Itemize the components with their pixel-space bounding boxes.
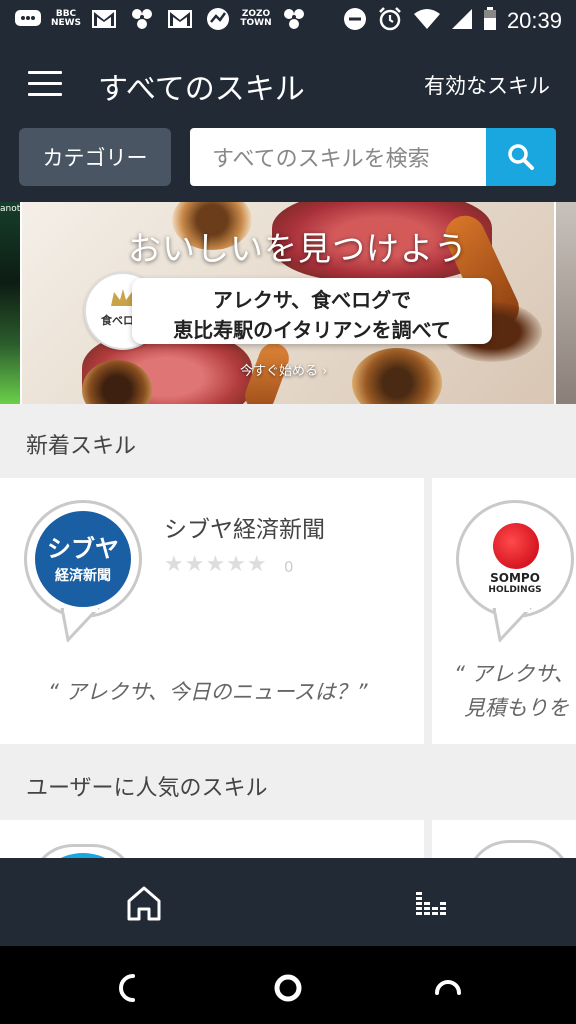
shibuya-logo-text-1: シブヤ xyxy=(47,535,119,563)
speech-line-1: アレクサ、食べログで xyxy=(212,288,412,312)
sompo-logo-text-2: HOLDINGS xyxy=(488,585,542,595)
search-button[interactable] xyxy=(486,128,556,186)
home-circle-icon xyxy=(274,974,302,1002)
battery-icon xyxy=(483,7,497,35)
stocks-icon xyxy=(204,6,232,32)
back-button[interactable] xyxy=(108,968,148,1008)
star-rating: ★★★★★ xyxy=(164,552,268,577)
start-now-link[interactable]: 今すぐ始める › xyxy=(240,360,327,379)
message-icon xyxy=(14,6,42,32)
new-skills-heading: 新着スキル xyxy=(26,434,137,459)
gmail-icon xyxy=(166,6,194,32)
now-playing-tab[interactable] xyxy=(402,880,462,926)
banner-headline: おいしいを見つけよう xyxy=(128,229,468,268)
status-bar: BBC NEWS ZOZO TOWN 20:39 xyxy=(0,0,576,40)
menu-icon[interactable] xyxy=(28,71,62,97)
dnd-icon xyxy=(343,7,367,35)
home-button[interactable] xyxy=(268,968,308,1008)
skill-sample-utterance: “ アレクサ、今日のニュースは？” xyxy=(48,680,368,704)
home-tab[interactable] xyxy=(114,880,174,926)
sompo-skill-icon: SOMPO HOLDINGS xyxy=(456,500,574,618)
sompo-logo-text-1: SOMPO xyxy=(490,571,540,585)
zozotown-icon: ZOZO TOWN xyxy=(240,6,272,32)
skill-sample-utterance-line-2: 見積もりを xyxy=(464,696,569,720)
gmail-icon xyxy=(90,6,118,32)
pinwheel-icon xyxy=(128,6,156,32)
notification-icons: BBC NEWS ZOZO TOWN xyxy=(14,6,308,32)
alexa-bubble-tail-icon xyxy=(60,608,100,642)
rating-count: 0 xyxy=(284,558,294,576)
app-bar: すべてのスキル 有効なスキル xyxy=(0,40,576,128)
banner-carousel[interactable]: anoto おいしいを見つけよう 食べログ アレクサ、食べログで 恵比寿駅のイタ… xyxy=(0,202,576,404)
back-icon xyxy=(119,974,135,1002)
bbc-news-icon: BBC NEWS xyxy=(50,6,82,32)
pinwheel-icon xyxy=(280,6,308,32)
zozotown-label: ZOZO TOWN xyxy=(240,9,272,28)
search-icon xyxy=(508,144,534,170)
shibuya-logo: シブヤ 経済新聞 xyxy=(35,511,131,607)
enabled-skills-link[interactable]: 有効なスキル xyxy=(424,70,550,100)
skill-card-sompo[interactable]: SOMPO HOLDINGS “ アレクサ、 見積もりを xyxy=(432,478,576,744)
next-banner-peek[interactable] xyxy=(556,202,576,404)
popular-skill-card[interactable] xyxy=(0,820,424,887)
speech-bubble: アレクサ、食べログで 恵比寿駅のイタリアンを調べて xyxy=(132,278,492,344)
tabelog-banner[interactable]: おいしいを見つけよう 食べログ アレクサ、食べログで 恵比寿駅のイタリアンを調べ… xyxy=(22,202,554,404)
recents-icon xyxy=(435,980,461,995)
recents-button[interactable] xyxy=(428,968,468,1008)
system-navigation-bar xyxy=(0,946,576,1024)
popular-skills-heading: ユーザーに人気のスキル xyxy=(26,776,268,801)
equalizer-icon xyxy=(416,892,446,915)
previous-banner-peek[interactable]: anoto xyxy=(0,202,26,404)
speech-line-2: 恵比寿駅のイタリアンを調べて xyxy=(173,318,451,342)
sompo-logo xyxy=(493,523,539,569)
signal-icon xyxy=(451,8,473,34)
page-title: すべてのスキル xyxy=(98,72,305,107)
skill-name: シブヤ経済新聞 xyxy=(164,517,325,543)
skill-sample-utterance-line-1: “ アレクサ、 xyxy=(454,662,575,686)
bbc-news-label: BBC NEWS xyxy=(50,9,82,28)
alexa-bubble-tail-icon xyxy=(492,608,532,642)
search-input[interactable]: すべてのスキルを検索 xyxy=(190,128,486,186)
bottom-navigation xyxy=(0,858,576,946)
alarm-icon xyxy=(377,6,403,36)
shibuya-skill-icon: シブヤ 経済新聞 xyxy=(24,500,142,618)
shibuya-logo-text-2: 経済新聞 xyxy=(55,568,111,584)
category-button[interactable]: カテゴリー xyxy=(19,128,171,186)
popular-skill-card[interactable] xyxy=(432,820,576,883)
clock: 20:39 xyxy=(506,8,562,33)
home-icon xyxy=(127,886,161,921)
wifi-icon xyxy=(413,7,441,35)
search-row: カテゴリー すべてのスキルを検索 xyxy=(0,128,576,202)
system-status-icons: 20:39 xyxy=(343,6,562,36)
food-onion-decoration xyxy=(352,348,442,404)
skill-card-shibuya[interactable]: シブヤ 経済新聞 シブヤ経済新聞 ★★★★★ 0 “ アレクサ、今日のニュースは… xyxy=(0,478,424,744)
